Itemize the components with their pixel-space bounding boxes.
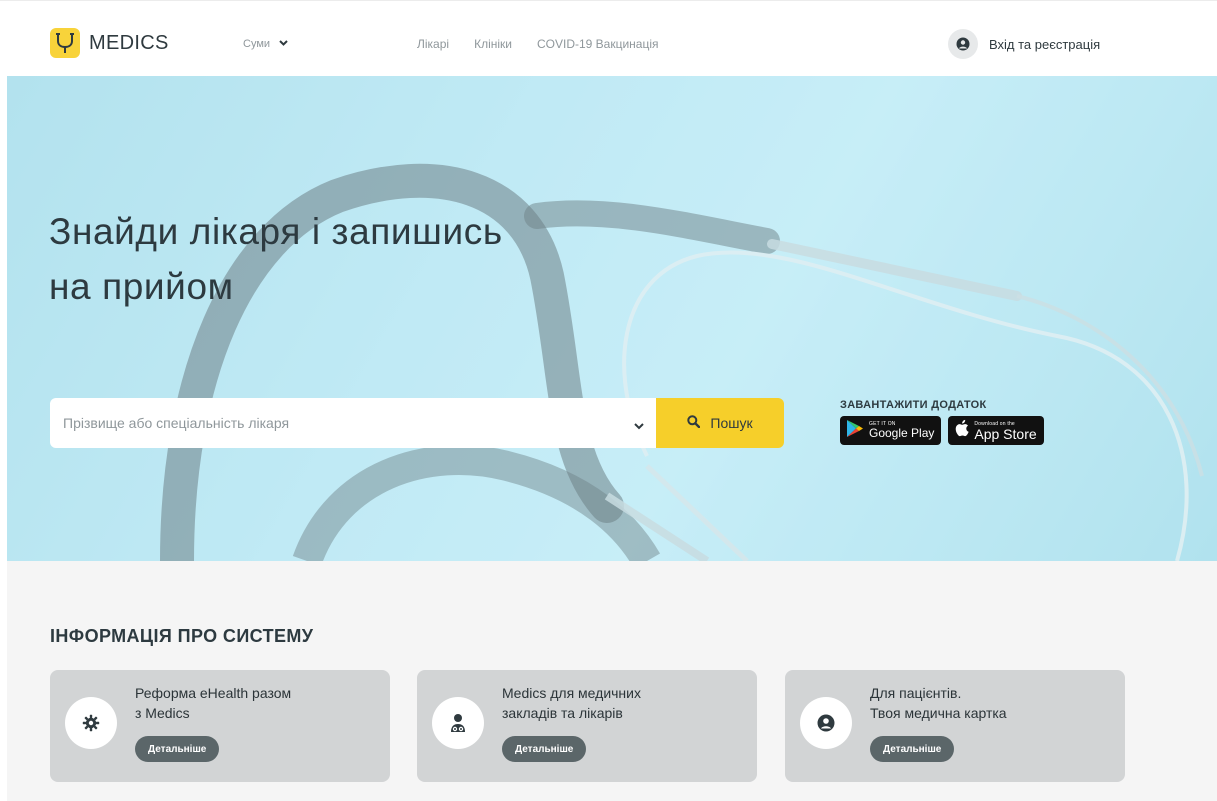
hero-title-line-1: Знайди лікаря і запишись (49, 211, 503, 252)
stethoscope-logo-icon (50, 28, 80, 58)
info-card-ehealth: Реформа eHealth разом з Medics Детальніш… (50, 670, 390, 782)
search-icon (687, 415, 701, 431)
download-app-title: ЗАВАНТАЖИТИ ДОДАТОК (840, 399, 987, 411)
user-icon (800, 697, 852, 749)
nav-doctors[interactable]: Лікарі (417, 37, 449, 51)
doctor-icon (432, 697, 484, 749)
google-play-badge[interactable]: GET IT ON Google Play (840, 416, 942, 445)
card-line-2: з Medics (135, 705, 190, 721)
system-info-section: ІНФОРМАЦІЯ ПРО СИСТЕМУ Реформа eHealth р… (7, 561, 1217, 801)
card-text: Для пацієнтів. Твоя медична картка (870, 683, 1007, 723)
doctor-search: Пошук (50, 398, 784, 448)
login-label: Вхід та реєстрація (989, 36, 1101, 52)
search-button[interactable]: Пошук (656, 398, 784, 448)
chevron-down-icon (279, 37, 288, 49)
details-button[interactable]: Детальніше (135, 736, 220, 762)
google-play-icon (846, 419, 864, 443)
hero-section: Знайди лікаря і запишись на прийом Пошук… (7, 76, 1217, 561)
main-nav: Лікарі Клініки COVID-19 Вакцинація (417, 37, 684, 51)
login-button[interactable]: Вхід та реєстрація (948, 29, 1100, 59)
card-line-2: закладів та лікарів (502, 705, 623, 721)
download-app-block: ЗАВАНТАЖИТИ ДОДАТОК GET IT ON Google Pla… (840, 399, 1051, 445)
info-card-patients: Для пацієнтів. Твоя медична картка Детал… (785, 670, 1125, 782)
logo-text: MEDICS (89, 31, 169, 54)
card-line-1: Для пацієнтів. (870, 685, 962, 701)
nav-clinics[interactable]: Клініки (474, 37, 512, 51)
card-text: Medics для медичних закладів та лікарів (502, 683, 641, 723)
apple-icon (954, 419, 969, 442)
search-field[interactable] (50, 398, 656, 448)
hero-title: Знайди лікаря і запишись на прийом (49, 204, 503, 314)
city-selector[interactable]: Суми (243, 38, 288, 50)
city-label: Суми (243, 38, 271, 50)
details-button[interactable]: Детальніше (870, 736, 955, 762)
card-text: Реформа eHealth разом з Medics (135, 683, 291, 723)
chevron-down-icon[interactable] (634, 417, 644, 435)
info-card-medical-facilities: Medics для медичних закладів та лікарів … (417, 670, 757, 782)
card-line-1: Medics для медичних (502, 685, 641, 701)
site-header: MEDICS Суми Лікарі Клініки COVID-19 Вакц… (0, 0, 1217, 76)
nav-covid-vaccination[interactable]: COVID-19 Вакцинація (537, 37, 659, 51)
app-store-big: App Store (974, 425, 1037, 442)
hero-title-line-2: на прийом (49, 266, 234, 307)
app-badges: GET IT ON Google Play Download on the Ap… (840, 416, 1051, 445)
search-button-label: Пошук (710, 415, 753, 431)
google-play-big: Google Play (869, 426, 935, 440)
section-title: ІНФОРМАЦІЯ ПРО СИСТЕМУ (50, 626, 314, 646)
gear-icon (65, 697, 117, 749)
details-button[interactable]: Детальніше (502, 736, 587, 762)
card-line-1: Реформа eHealth разом (135, 685, 292, 701)
logo[interactable]: MEDICS (50, 28, 169, 58)
search-input[interactable] (63, 415, 603, 431)
user-icon (948, 29, 978, 59)
stethoscope-background-image (7, 76, 1217, 561)
card-line-2: Твоя медична картка (870, 705, 1007, 721)
app-store-badge[interactable]: Download on the App Store (948, 416, 1044, 445)
